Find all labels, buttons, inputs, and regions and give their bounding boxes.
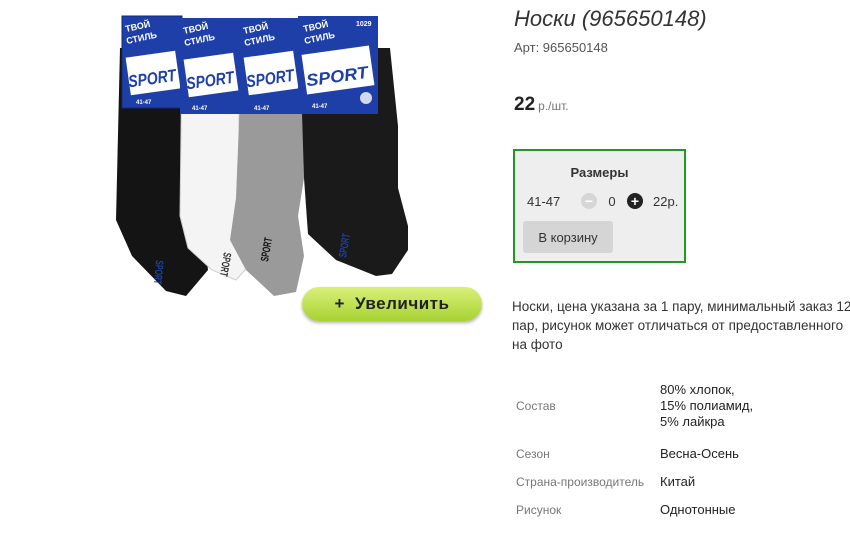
product-image[interactable]: ТВОЙ СТИЛЬ ТВОЙ СТИЛЬ ТВОЙ СТИЛЬ ТВОЙ СТ… [108,8,418,298]
specs-table: Состав 80% хлопок, 15% полиамид, 5% лайк… [513,374,780,526]
price-unit: р./шт. [538,99,569,113]
quantity-value[interactable]: 0 [597,194,627,209]
sizes-heading: Размеры [570,165,629,180]
add-to-cart-button[interactable]: В корзину [523,221,613,253]
product-price: 22 р./шт. [514,94,569,116]
spec-name: Рисунок [516,503,562,517]
code-text: 1029 [356,21,372,28]
plus-icon[interactable]: + [627,193,643,209]
minus-icon[interactable]: − [581,193,597,209]
zoom-plus-icon: + [334,294,345,313]
product-title: Носки (965650148) [514,6,707,31]
size-selector: Размеры 41-47 − 0 + 22р. В корзину [513,149,686,263]
product-article: Арт: 965650148 [514,40,608,55]
price-amount: 22 [514,94,536,115]
spec-name: Страна-производитель [516,475,645,489]
zoom-label: Увеличить [354,294,450,313]
size-row: 41-47 − 0 + 22р. [527,193,678,209]
size-label: 41-47 [527,193,561,209]
size-text-1: 41-47 [136,100,152,106]
size-text-3: 41-47 [254,106,270,112]
spec-value: 80% хлопок, 15% полиамид, 5% лайкра [660,382,754,429]
spec-value: Однотонные [660,502,736,517]
spec-row: Состав 80% хлопок, 15% полиамид, 5% лайк… [513,374,780,438]
spec-row: Рисунок Однотонные [513,494,780,526]
spec-row: Страна-производитель Китай [513,470,780,494]
size-text-2: 41-47 [192,106,208,112]
spec-name: Состав [516,399,556,413]
spec-name: Сезон [516,447,550,461]
sock-print-1: SPORT [151,260,165,285]
zoom-button[interactable]: + Увеличить [302,287,482,321]
size-text-4: 41-47 [312,104,328,110]
spec-row: Сезон Весна-Осень [513,438,780,470]
spec-value: Весна-Осень [660,446,739,461]
product-description: Носки, цена указана за 1 пару, минимальн… [512,299,850,352]
size-price: 22р. [653,193,679,209]
spec-value: Китай [660,474,696,489]
